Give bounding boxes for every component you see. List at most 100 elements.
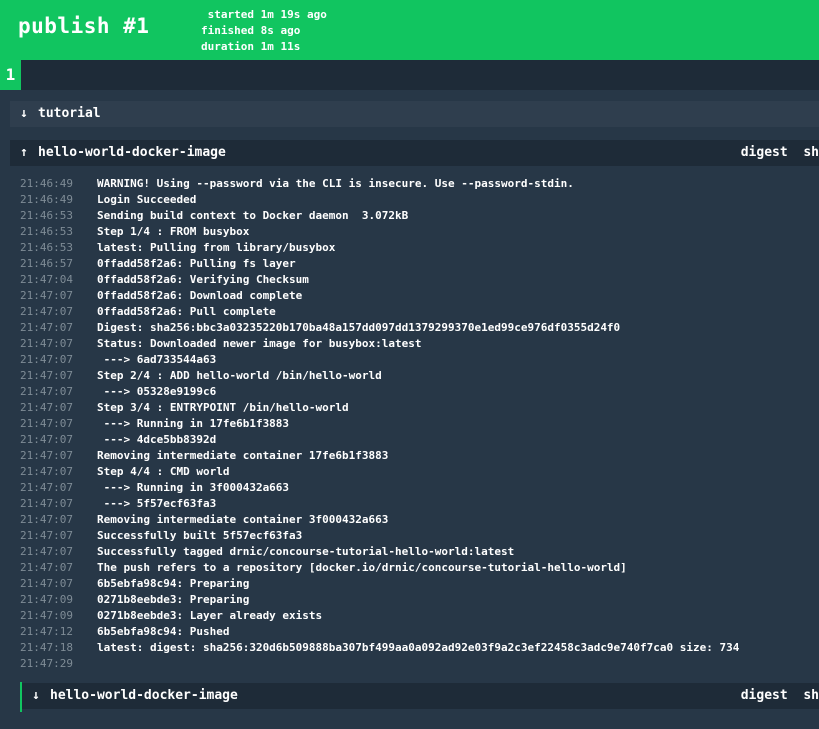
step-tutorial[interactable]: ↓ tutorial <box>10 101 819 127</box>
log-message: The push refers to a repository [docker.… <box>97 561 627 574</box>
build-header: publish #1 started 1m 19s ago finished 8… <box>0 0 819 60</box>
log-line: 21:47:09 0271b8eebde3: Preparing <box>20 592 739 608</box>
log-message: 0ffadd58f2a6: Pull complete <box>97 305 276 318</box>
log-line: 21:47:07 Removing intermediate container … <box>20 448 739 464</box>
log-timestamp: 21:46:53 <box>20 241 73 254</box>
log-line: 21:47:07 6b5ebfa98c94: Preparing <box>20 576 739 592</box>
log-message: Step 2/4 : ADD hello-world /bin/hello-wo… <box>97 369 382 382</box>
log-timestamp: 21:47:18 <box>20 641 73 654</box>
log-message: Step 4/4 : CMD world <box>97 465 230 478</box>
log-message: ---> 5f57ecf63fa3 <box>97 497 217 510</box>
log-timestamp: 21:47:09 <box>20 609 73 622</box>
log-timestamp: 21:47:07 <box>20 449 73 462</box>
log-line: 21:47:12 6b5ebfa98c94: Pushed <box>20 624 739 640</box>
step-status-rail <box>20 682 22 712</box>
log-line: 21:47:07 Step 3/4 : ENTRYPOINT /bin/hello… <box>20 400 739 416</box>
log-message: 0ffadd58f2a6: Verifying Checksum <box>97 273 309 286</box>
log-line: 21:47:07 Successfully tagged drnic/concou… <box>20 544 739 560</box>
log-line: 21:47:07 Digest: sha256:bbc3a03235220b170… <box>20 320 739 336</box>
log-timestamp: 21:47:07 <box>20 337 73 350</box>
log-timestamp: 21:47:07 <box>20 385 73 398</box>
step-name: tutorial <box>38 106 101 121</box>
log-message: WARNING! Using --password via the CLI is… <box>97 177 574 190</box>
log-line: 21:47:07 ---> Running in 3f000432a663 <box>20 480 739 496</box>
log-line: 21:47:07 ---> 5f57ecf63fa3 <box>20 496 739 512</box>
log-line: 21:46:53 Step 1/4 : FROM busybox <box>20 224 739 240</box>
log-timestamp: 21:47:12 <box>20 625 73 638</box>
log-timestamp: 21:47:09 <box>20 593 73 606</box>
log-line: 21:47:07 0ffadd58f2a6: Pull complete <box>20 304 739 320</box>
log-timestamp: 21:47:07 <box>20 401 73 414</box>
log-line: 21:46:49 WARNING! Using --password via th… <box>20 176 739 192</box>
log-message: Removing intermediate container 17fe6b1f… <box>97 449 389 462</box>
log-timestamp: 21:47:07 <box>20 529 73 542</box>
log-message: 6b5ebfa98c94: Pushed <box>97 625 230 638</box>
log-message: 6b5ebfa98c94: Preparing <box>97 577 250 590</box>
log-message: 0ffadd58f2a6: Download complete <box>97 289 303 302</box>
log-line: 21:47:07 ---> 4dce5bb8392d <box>20 432 739 448</box>
stat-key: finished <box>201 24 254 37</box>
log-timestamp: 21:47:29 <box>20 657 73 670</box>
log-message: Removing intermediate container 3f000432… <box>97 513 389 526</box>
log-message: ---> Running in 3f000432a663 <box>97 481 290 494</box>
log-timestamp: 21:47:07 <box>20 369 73 382</box>
stat-started: started 1m 19s ago <box>186 7 327 23</box>
log-message: Step 1/4 : FROM busybox <box>97 225 250 238</box>
log-message: Step 3/4 : ENTRYPOINT /bin/hello-world <box>97 401 349 414</box>
builds-bar: 1 <box>0 60 819 90</box>
log-line: 21:47:07 Status: Downloaded newer image f… <box>20 336 739 352</box>
log-timestamp: 21:47:07 <box>20 417 73 430</box>
log-line: 21:46:53 Sending build context to Docker … <box>20 208 739 224</box>
step-log: 21:46:49 WARNING! Using --password via th… <box>20 176 739 672</box>
log-message: ---> 4dce5bb8392d <box>97 433 217 446</box>
chevron-down-icon: ↓ <box>32 688 40 703</box>
step-name: hello-world-docker-image <box>50 688 238 703</box>
log-line: 21:47:09 0271b8eebde3: Layer already exis… <box>20 608 739 624</box>
log-line: 21:46:53 latest: Pulling from library/bus… <box>20 240 739 256</box>
log-line: 21:47:07 The push refers to a repository … <box>20 560 739 576</box>
log-timestamp: 21:46:57 <box>20 257 73 270</box>
step-name: hello-world-docker-image <box>38 145 226 160</box>
stat-value: 8s ago <box>260 24 301 37</box>
log-message: 0271b8eebde3: Layer already exists <box>97 609 323 622</box>
log-message: Digest: sha256:bbc3a03235220b170ba48a157… <box>97 321 621 334</box>
log-timestamp: 21:46:53 <box>20 225 73 238</box>
log-line: 21:47:04 0ffadd58f2a6: Verifying Checksum <box>20 272 739 288</box>
log-line: 21:47:07 ---> Running in 17fe6b1f3883 <box>20 416 739 432</box>
stat-key: duration <box>201 40 254 53</box>
stat-duration: duration 1m 11s <box>186 39 327 55</box>
log-message: latest: Pulling from library/busybox <box>97 241 336 254</box>
log-timestamp: 21:46:49 <box>20 177 73 190</box>
log-message: ---> 05328e9199c6 <box>97 385 217 398</box>
log-line: 21:47:29 <box>20 656 739 672</box>
log-timestamp: 21:47:07 <box>20 513 73 526</box>
log-timestamp: 21:47:07 <box>20 497 73 510</box>
log-line: 21:47:18 latest: digest: sha256:320d6b509… <box>20 640 739 656</box>
step-get-docker-image[interactable]: ↓ hello-world-docker-image digest sh <box>22 683 819 709</box>
log-line: 21:47:07 ---> 6ad733544a63 <box>20 352 739 368</box>
log-line: 21:47:07 Step 2/4 : ADD hello-world /bin/… <box>20 368 739 384</box>
log-message: 0ffadd58f2a6: Pulling fs layer <box>97 257 296 270</box>
log-line: 21:47:07 Step 4/4 : CMD world <box>20 464 739 480</box>
log-timestamp: 21:47:07 <box>20 577 73 590</box>
log-message: 0271b8eebde3: Preparing <box>97 593 250 606</box>
log-timestamp: 21:47:07 <box>20 433 73 446</box>
log-line: 21:47:07 ---> 05328e9199c6 <box>20 384 739 400</box>
log-message: ---> 6ad733544a63 <box>97 353 217 366</box>
log-timestamp: 21:47:07 <box>20 321 73 334</box>
arrow-up-icon: ↑ <box>20 145 28 160</box>
step-put-docker-image[interactable]: ↑ hello-world-docker-image digest sh <box>10 140 819 166</box>
log-message: Sending build context to Docker daemon 3… <box>97 209 409 222</box>
log-timestamp: 21:47:07 <box>20 305 73 318</box>
log-timestamp: 21:47:07 <box>20 289 73 302</box>
log-line: 21:47:07 Successfully built 5f57ecf63fa3 <box>20 528 739 544</box>
build-tab-1[interactable]: 1 <box>0 60 21 90</box>
log-line: 21:46:49 Login Succeeded <box>20 192 739 208</box>
log-message: Successfully built 5f57ecf63fa3 <box>97 529 303 542</box>
log-timestamp: 21:46:49 <box>20 193 73 206</box>
stat-finished: finished 8s ago <box>186 23 327 39</box>
log-timestamp: 21:46:53 <box>20 209 73 222</box>
step-metadata-digest: digest sh <box>740 688 819 703</box>
log-message: Status: Downloaded newer image for busyb… <box>97 337 422 350</box>
log-line: 21:46:57 0ffadd58f2a6: Pulling fs layer <box>20 256 739 272</box>
